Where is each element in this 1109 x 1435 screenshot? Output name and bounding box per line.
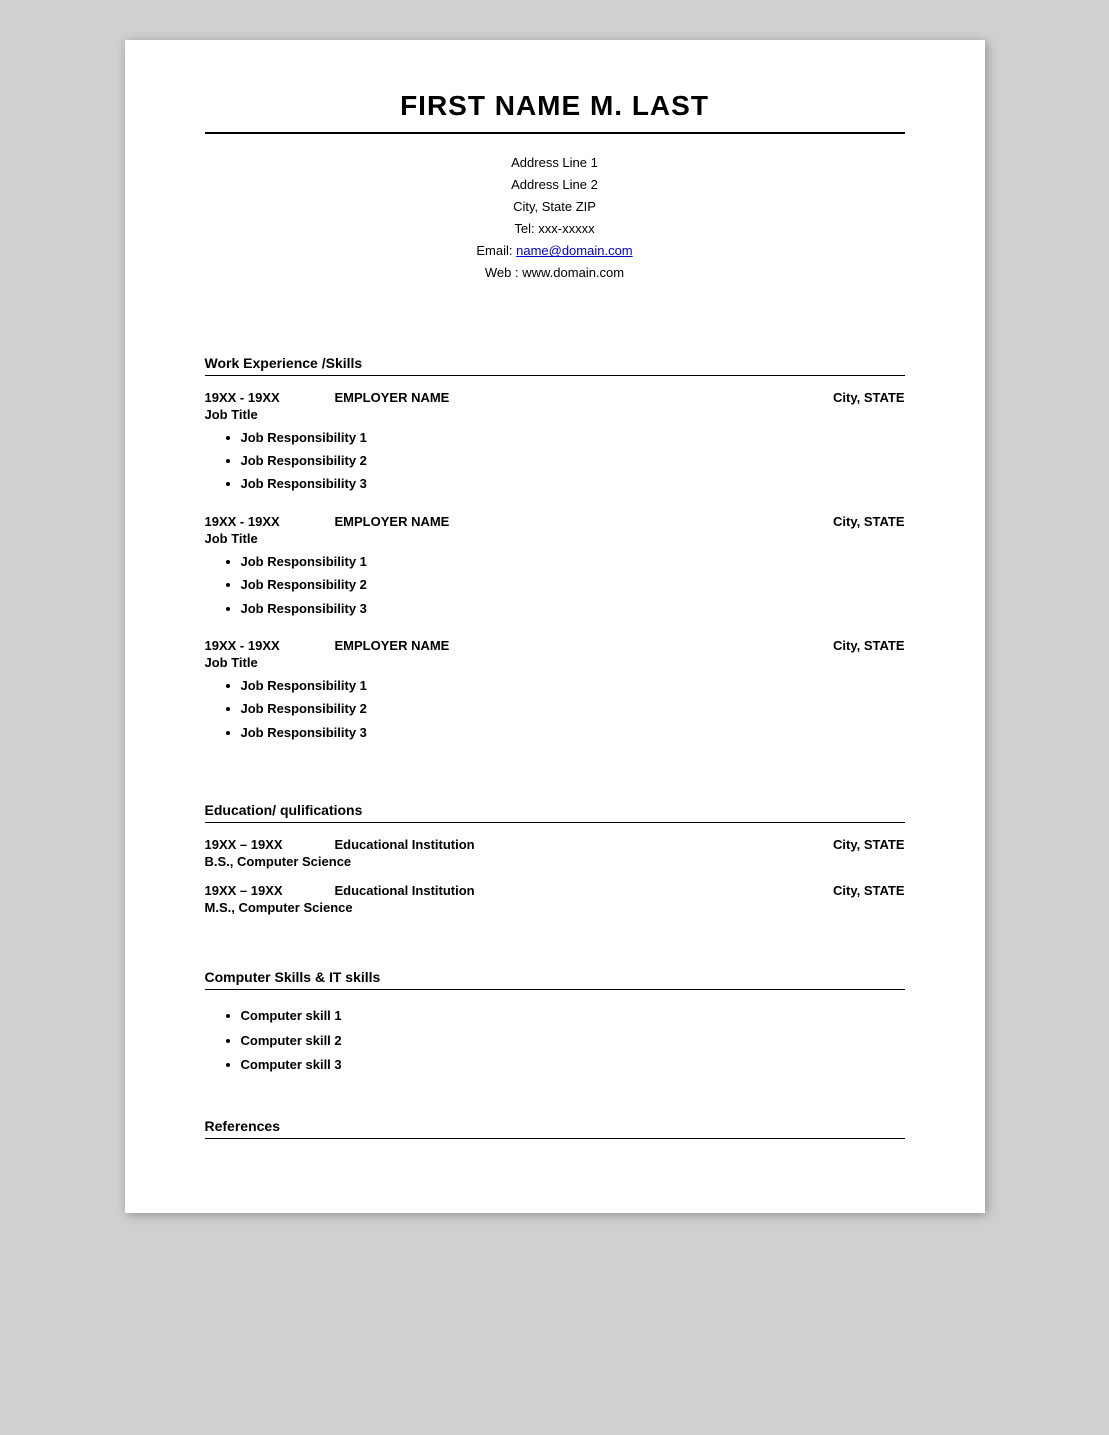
email-line: Email: name@domain.com (205, 240, 905, 262)
list-item: Job Responsibility 3 (241, 597, 905, 620)
references-section: References (205, 1118, 905, 1139)
job-2-dates: 19XX - 19XX (205, 514, 305, 529)
tel-label: Tel: (514, 221, 534, 236)
list-item: Computer skill 1 (241, 1004, 905, 1029)
address-line2: Address Line 2 (205, 174, 905, 196)
tel-line: Tel: xxx-xxxxx (205, 218, 905, 240)
list-item: Computer skill 3 (241, 1053, 905, 1078)
list-item: Job Responsibility 1 (241, 674, 905, 697)
computer-skills-title: Computer Skills & IT skills (205, 969, 905, 985)
tel-value: xxx-xxxxx (538, 221, 594, 236)
email-label: Email: (476, 243, 512, 258)
job-1-location: City, STATE (833, 390, 905, 405)
job-2-responsibilities: Job Responsibility 1 Job Responsibility … (205, 550, 905, 620)
job-2-employer: EMPLOYER NAME (335, 514, 450, 529)
references-divider (205, 1138, 905, 1139)
list-item: Job Responsibility 2 (241, 573, 905, 596)
job-3-dates: 19XX - 19XX (205, 638, 305, 653)
list-item: Job Responsibility 1 (241, 550, 905, 573)
education-divider (205, 822, 905, 823)
references-title: References (205, 1118, 905, 1134)
edu-entry-1: 19XX – 19XX Educational Institution City… (205, 837, 905, 869)
edu-header-1: 19XX – 19XX Educational Institution City… (205, 837, 905, 852)
job-header-2: 19XX - 19XX EMPLOYER NAME City, STATE (205, 514, 905, 529)
contact-block: Address Line 1 Address Line 2 City, Stat… (205, 152, 905, 285)
edu-header-2: 19XX – 19XX Educational Institution City… (205, 883, 905, 898)
edu-2-dates: 19XX – 19XX (205, 883, 305, 898)
web-label: Web : (485, 265, 519, 280)
work-experience-title: Work Experience /Skills (205, 355, 905, 371)
edu-1-degree: B.S., Computer Science (205, 854, 905, 869)
computer-skills-divider (205, 989, 905, 990)
job-entry-2: 19XX - 19XX EMPLOYER NAME City, STATE Jo… (205, 514, 905, 620)
city-state-zip: City, State ZIP (205, 196, 905, 218)
job-1-title: Job Title (205, 407, 905, 422)
address-line1: Address Line 1 (205, 152, 905, 174)
job-3-title: Job Title (205, 655, 905, 670)
edu-entry-2: 19XX – 19XX Educational Institution City… (205, 883, 905, 915)
job-2-title: Job Title (205, 531, 905, 546)
job-1-responsibilities: Job Responsibility 1 Job Responsibility … (205, 426, 905, 496)
list-item: Job Responsibility 1 (241, 426, 905, 449)
edu-1-location: City, STATE (833, 837, 905, 852)
web-line: Web : www.domain.com (205, 262, 905, 284)
job-2-location: City, STATE (833, 514, 905, 529)
edu-1-institution: Educational Institution (335, 837, 475, 852)
job-entry-3: 19XX - 19XX EMPLOYER NAME City, STATE Jo… (205, 638, 905, 744)
resume-page: FIRST NAME M. LAST Address Line 1 Addres… (125, 40, 985, 1213)
edu-2-location: City, STATE (833, 883, 905, 898)
education-title: Education/ qulifications (205, 802, 905, 818)
email-link[interactable]: name@domain.com (516, 243, 633, 258)
job-header-3: 19XX - 19XX EMPLOYER NAME City, STATE (205, 638, 905, 653)
edu-2-degree: M.S., Computer Science (205, 900, 905, 915)
list-item: Job Responsibility 2 (241, 449, 905, 472)
full-name: FIRST NAME M. LAST (205, 90, 905, 134)
job-entry-1: 19XX - 19XX EMPLOYER NAME City, STATE Jo… (205, 390, 905, 496)
job-3-location: City, STATE (833, 638, 905, 653)
list-item: Job Responsibility 3 (241, 472, 905, 495)
list-item: Job Responsibility 3 (241, 721, 905, 744)
skills-list: Computer skill 1 Computer skill 2 Comput… (205, 1004, 905, 1078)
job-1-dates: 19XX - 19XX (205, 390, 305, 405)
job-1-employer: EMPLOYER NAME (335, 390, 450, 405)
job-header-1: 19XX - 19XX EMPLOYER NAME City, STATE (205, 390, 905, 405)
job-3-responsibilities: Job Responsibility 1 Job Responsibility … (205, 674, 905, 744)
job-3-employer: EMPLOYER NAME (335, 638, 450, 653)
web-value: www.domain.com (522, 265, 624, 280)
work-experience-divider (205, 375, 905, 376)
edu-1-dates: 19XX – 19XX (205, 837, 305, 852)
list-item: Computer skill 2 (241, 1029, 905, 1054)
edu-2-institution: Educational Institution (335, 883, 475, 898)
list-item: Job Responsibility 2 (241, 697, 905, 720)
